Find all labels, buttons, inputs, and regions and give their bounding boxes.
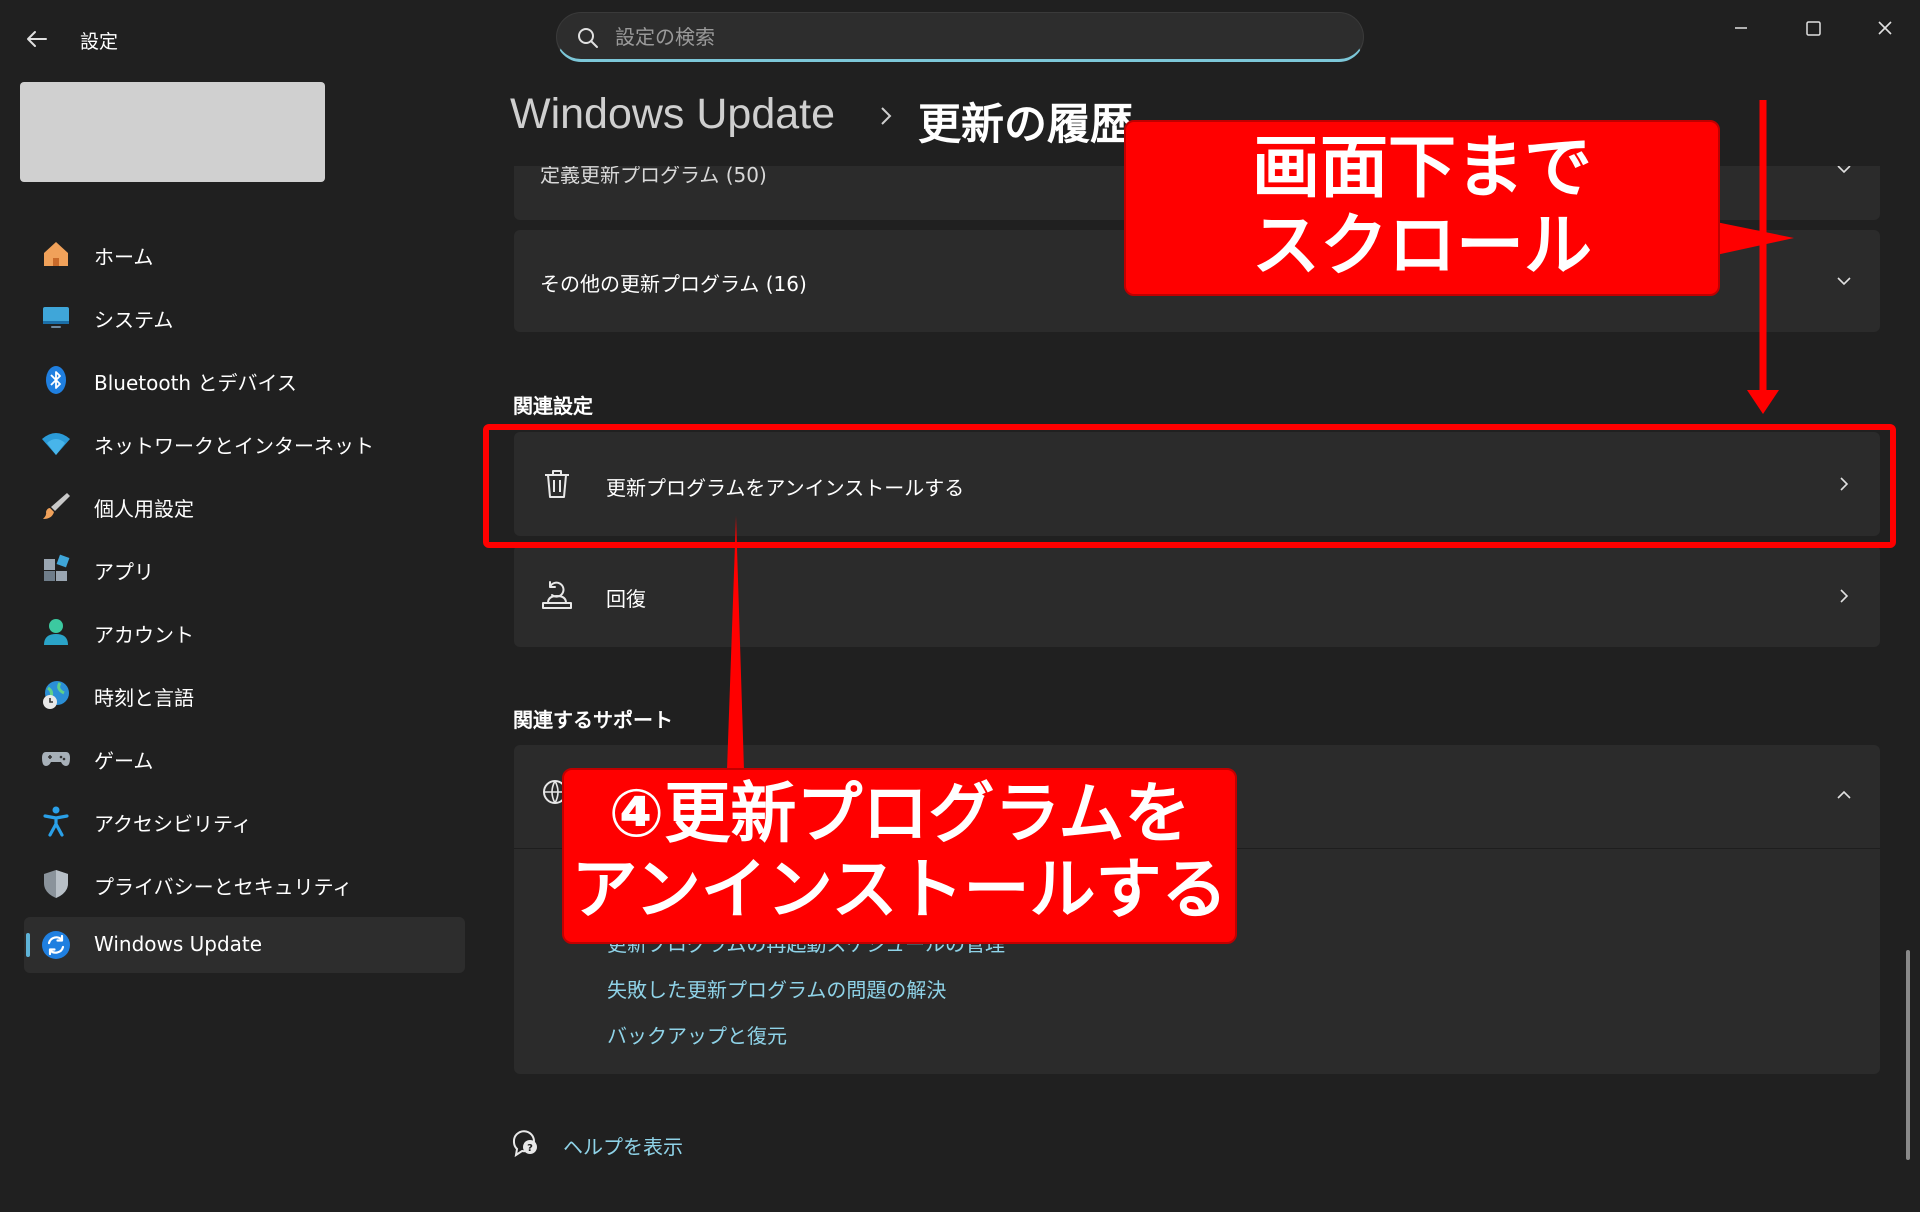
sidebar-item-label: 個人用設定 (94, 497, 194, 521)
wifi-icon (42, 433, 70, 455)
recovery-item[interactable]: 回復 (514, 545, 1880, 647)
selection-indicator (26, 933, 30, 957)
sidebar-item-privacy-security[interactable]: プライバシーとセキュリティ (24, 856, 465, 912)
sidebar-item-label: 時刻と言語 (94, 686, 194, 710)
bluetooth-icon (46, 366, 66, 394)
sidebar-item-label: アカウント (94, 623, 194, 647)
sidebar-item-apps[interactable]: アプリ (24, 541, 465, 597)
sidebar-item-windows-update[interactable]: Windows Update (24, 917, 465, 973)
breadcrumb-parent[interactable]: Windows Update (510, 90, 835, 139)
highlight-frame (483, 424, 1896, 548)
sidebar-item-accessibility[interactable]: アクセシビリティ (24, 793, 465, 849)
sidebar-item-personalization[interactable]: 個人用設定 (24, 478, 465, 534)
sidebar-item-label: プライバシーとセキュリティ (94, 875, 353, 899)
callout-line: スクロール (1251, 207, 1592, 287)
windows-update-icon (42, 931, 70, 959)
account-card[interactable] (20, 82, 325, 182)
chevron-right-icon (881, 107, 892, 125)
sidebar-item-label: アプリ (94, 560, 154, 584)
sidebar-item-accounts[interactable]: アカウント (24, 604, 465, 660)
history-card-label: その他の更新プログラム (16) (540, 272, 807, 296)
back-button[interactable] (22, 24, 52, 54)
time-language-icon (43, 681, 69, 709)
sidebar-item-label: システム (94, 308, 174, 332)
related-settings-heading: 関連設定 (513, 394, 593, 418)
page-title: 更新の履歴 (918, 100, 1133, 150)
sidebar-item-network[interactable]: ネットワークとインターネット (24, 415, 465, 471)
account-icon (44, 619, 68, 645)
help-link[interactable]: ヘルプを表示 (563, 1131, 683, 1160)
help-icon: ? (512, 1130, 537, 1158)
scrollbar-thumb[interactable] (1906, 950, 1910, 1160)
sidebar-item-label: Bluetooth とデバイス (94, 371, 297, 395)
close-button[interactable] (1860, 10, 1910, 46)
system-icon (43, 307, 69, 328)
chevron-down-icon (1837, 277, 1851, 286)
maximize-button[interactable] (1788, 10, 1838, 46)
sidebar-item-label: アクセシビリティ (94, 812, 252, 836)
sidebar-item-label: ゲーム (94, 749, 154, 773)
search-box[interactable] (556, 12, 1364, 62)
sidebar-item-system[interactable]: システム (24, 289, 465, 345)
sidebar-item-label: ホーム (94, 245, 154, 269)
support-link-backup-restore[interactable]: バックアップと復元 (607, 1020, 787, 1049)
sidebar-item-gaming[interactable]: ゲーム (24, 730, 465, 786)
callout-line: ④更新プログラムを (608, 775, 1191, 852)
apps-icon (44, 554, 70, 581)
sidebar-item-bluetooth[interactable]: Bluetooth とデバイス (24, 352, 465, 408)
svg-text:?: ? (527, 1143, 533, 1154)
home-icon (44, 242, 68, 266)
callout-line: アンインストールする (571, 850, 1228, 928)
recovery-icon (542, 581, 572, 609)
sidebar-item-time-language[interactable]: 時刻と言語 (24, 667, 465, 723)
search-icon (578, 28, 598, 48)
sidebar-item-home[interactable]: ホーム (24, 226, 465, 282)
brush-icon (43, 493, 70, 519)
search-input[interactable] (615, 22, 1315, 52)
related-support-heading: 関連するサポート (513, 708, 673, 732)
shield-icon (44, 870, 68, 898)
callout-line: 画面下まで (1251, 129, 1592, 208)
support-link-fix-failed-updates[interactable]: 失敗した更新プログラムの問題の解決 (607, 974, 946, 1003)
accessibility-icon (43, 806, 69, 837)
gamepad-icon (42, 752, 70, 766)
minimize-button[interactable] (1716, 10, 1766, 46)
recovery-label: 回復 (606, 587, 646, 611)
sidebar-item-label: ネットワークとインターネット (94, 434, 374, 458)
callout-uninstall-step: ④更新プログラムを アンインストールする (562, 768, 1237, 944)
app-title: 設定 (80, 31, 119, 53)
chevron-up-icon[interactable] (1834, 785, 1854, 805)
callout-scroll-down: 画面下まで スクロール (1124, 120, 1720, 296)
sidebar-item-label: Windows Update (94, 932, 263, 956)
chevron-right-icon (1840, 589, 1849, 603)
